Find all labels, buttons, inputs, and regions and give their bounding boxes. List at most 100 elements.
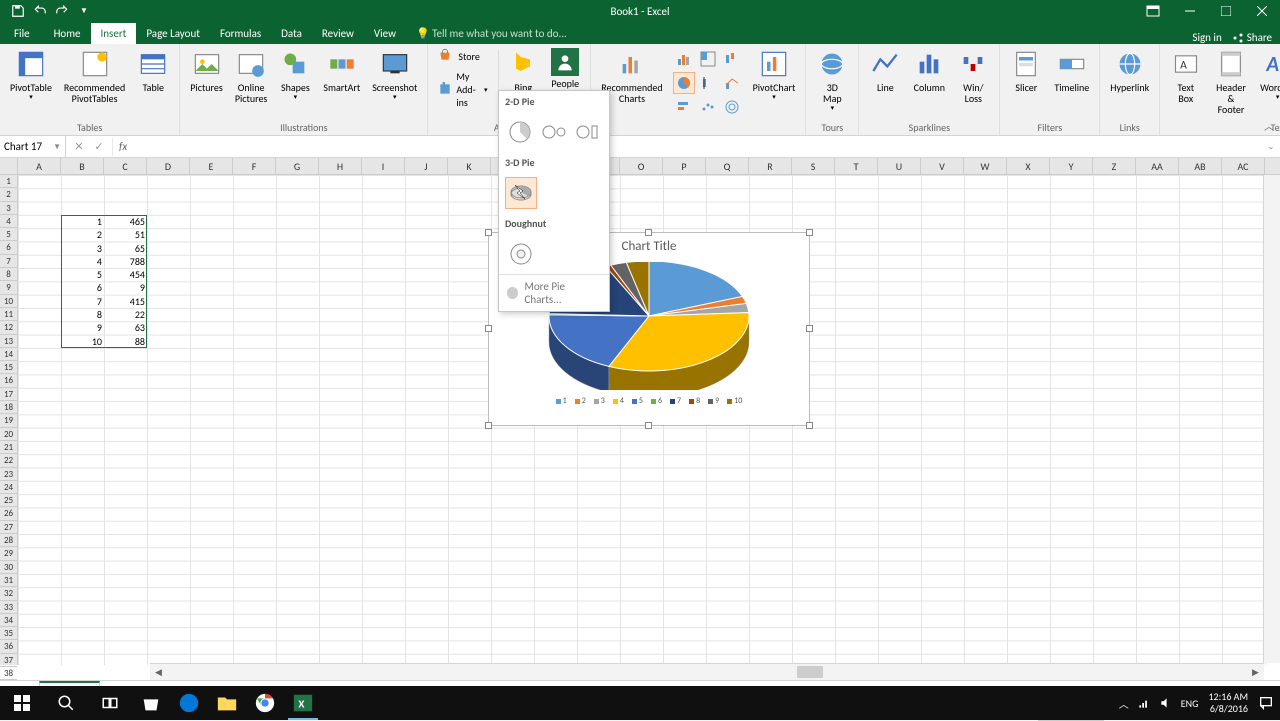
- undo-button[interactable]: [30, 1, 50, 21]
- hyperlink-button[interactable]: Hyperlink: [1106, 46, 1153, 95]
- pie-chart-icon[interactable]: [673, 72, 695, 94]
- column-header[interactable]: G: [276, 158, 319, 174]
- row-header[interactable]: 5: [0, 228, 17, 241]
- tab-page-layout[interactable]: Page Layout: [136, 23, 210, 44]
- maximize-button[interactable]: [1208, 0, 1244, 22]
- scatter-chart-icon[interactable]: [697, 96, 719, 118]
- row-header[interactable]: 27: [0, 521, 17, 534]
- qat-customize[interactable]: ▼: [74, 1, 94, 21]
- row-header[interactable]: 14: [0, 348, 17, 361]
- column-header[interactable]: Q: [706, 158, 749, 174]
- timeline-button[interactable]: Timeline: [1050, 46, 1093, 95]
- row-header[interactable]: 32: [0, 587, 17, 600]
- column-header[interactable]: F: [233, 158, 276, 174]
- taskbar-excel-icon[interactable]: X: [284, 686, 322, 720]
- column-header[interactable]: T: [835, 158, 878, 174]
- language-indicator[interactable]: ENG: [1181, 697, 1199, 710]
- fx-icon[interactable]: fx: [113, 140, 133, 153]
- row-header[interactable]: 29: [0, 547, 17, 560]
- taskbar-explorer-icon[interactable]: [208, 686, 246, 720]
- column-header[interactable]: E: [190, 158, 233, 174]
- column-header[interactable]: K: [448, 158, 491, 174]
- vertical-scrollbar[interactable]: [1263, 175, 1280, 663]
- column-header[interactable]: C: [104, 158, 147, 174]
- system-tray[interactable]: ︿ ENG: [1119, 696, 1199, 711]
- row-header[interactable]: 17: [0, 388, 17, 401]
- table-button[interactable]: Table: [133, 46, 173, 95]
- tab-data[interactable]: Data: [271, 23, 312, 44]
- tab-review[interactable]: Review: [312, 23, 364, 44]
- tab-formulas[interactable]: Formulas: [210, 23, 271, 44]
- tab-view[interactable]: View: [364, 23, 406, 44]
- sparkline-column-button[interactable]: Column: [909, 46, 949, 95]
- volume-icon[interactable]: [1159, 696, 1173, 710]
- sign-in-link[interactable]: Sign in: [1192, 31, 1221, 44]
- column-chart-icon[interactable]: [673, 48, 695, 70]
- hierarchy-chart-icon[interactable]: [697, 48, 719, 70]
- row-header[interactable]: 25: [0, 494, 17, 507]
- column-header[interactable]: Y: [1050, 158, 1093, 174]
- row-header[interactable]: 21: [0, 441, 17, 454]
- row-header[interactable]: 3: [0, 202, 17, 215]
- waterfall-chart-icon[interactable]: [721, 48, 743, 70]
- tray-chevron-icon[interactable]: ︿: [1119, 696, 1129, 711]
- column-header[interactable]: AA: [1136, 158, 1179, 174]
- my-addins-button[interactable]: My Add-ins ▾: [434, 68, 491, 111]
- taskbar-chrome-icon[interactable]: [246, 686, 284, 720]
- store-button[interactable]: Store: [434, 46, 491, 66]
- column-header[interactable]: A: [18, 158, 61, 174]
- pie-3d-option[interactable]: [505, 177, 537, 209]
- pictures-button[interactable]: Pictures: [186, 46, 227, 95]
- row-header[interactable]: 11: [0, 308, 17, 321]
- row-header[interactable]: 35: [0, 627, 17, 640]
- row-header[interactable]: 34: [0, 614, 17, 627]
- column-header[interactable]: J: [405, 158, 448, 174]
- row-header[interactable]: 18: [0, 401, 17, 414]
- column-header[interactable]: AB: [1179, 158, 1222, 174]
- row-header[interactable]: 1: [0, 175, 17, 188]
- row-header[interactable]: 12: [0, 321, 17, 334]
- pivottable-button[interactable]: PivotTable▾: [6, 46, 56, 103]
- pie-of-pie-option[interactable]: [539, 116, 569, 148]
- column-header[interactable]: V: [921, 158, 964, 174]
- expand-formula-bar[interactable]: ⌄: [1262, 142, 1280, 152]
- more-pie-charts[interactable]: More Pie Charts...: [499, 274, 609, 311]
- cells-area[interactable]: 1465251365478854546974158229631088 Chart…: [18, 175, 1280, 665]
- file-tab[interactable]: File: [0, 23, 44, 44]
- column-header[interactable]: Z: [1093, 158, 1136, 174]
- tab-insert[interactable]: Insert: [91, 23, 137, 44]
- pie-2d-option[interactable]: [505, 116, 535, 148]
- ribbon-display-options[interactable]: [1138, 0, 1168, 22]
- row-header[interactable]: 2: [0, 188, 17, 201]
- taskbar-clock[interactable]: 12:16 AM6/8/2016: [1208, 691, 1248, 715]
- tell-me[interactable]: 💡 Tell me what you want to do...: [406, 23, 577, 44]
- enter-formula-icon[interactable]: ✓: [90, 138, 108, 156]
- row-header[interactable]: 37: [0, 654, 17, 667]
- row-header[interactable]: 15: [0, 361, 17, 374]
- redo-button[interactable]: [52, 1, 72, 21]
- row-header[interactable]: 4: [0, 215, 17, 228]
- row-header[interactable]: 10: [0, 295, 17, 308]
- 3d-map-button[interactable]: 3D Map▾: [812, 46, 852, 114]
- name-box[interactable]: Chart 17▼: [0, 136, 66, 157]
- row-header[interactable]: 28: [0, 534, 17, 547]
- task-view-button[interactable]: [88, 686, 132, 720]
- textbox-button[interactable]: AText Box: [1166, 46, 1205, 106]
- close-button[interactable]: [1244, 0, 1280, 22]
- column-header[interactable]: O: [620, 158, 663, 174]
- online-pictures-button[interactable]: Online Pictures: [231, 46, 272, 106]
- slicer-button[interactable]: Slicer: [1006, 46, 1046, 95]
- share-button[interactable]: Share: [1232, 31, 1272, 44]
- horizontal-scrollbar[interactable]: ◀ ▶: [150, 663, 1264, 680]
- row-header[interactable]: 36: [0, 640, 17, 653]
- column-header[interactable]: P: [663, 158, 706, 174]
- taskbar-edge-icon[interactable]: [170, 686, 208, 720]
- shapes-button[interactable]: Shapes▾: [275, 46, 315, 103]
- row-header[interactable]: 19: [0, 414, 17, 427]
- row-header[interactable]: 6: [0, 241, 17, 254]
- bar-chart-icon[interactable]: [673, 96, 695, 118]
- search-button[interactable]: [44, 686, 88, 720]
- row-header[interactable]: 26: [0, 507, 17, 520]
- column-header[interactable]: R: [749, 158, 792, 174]
- row-header[interactable]: 24: [0, 481, 17, 494]
